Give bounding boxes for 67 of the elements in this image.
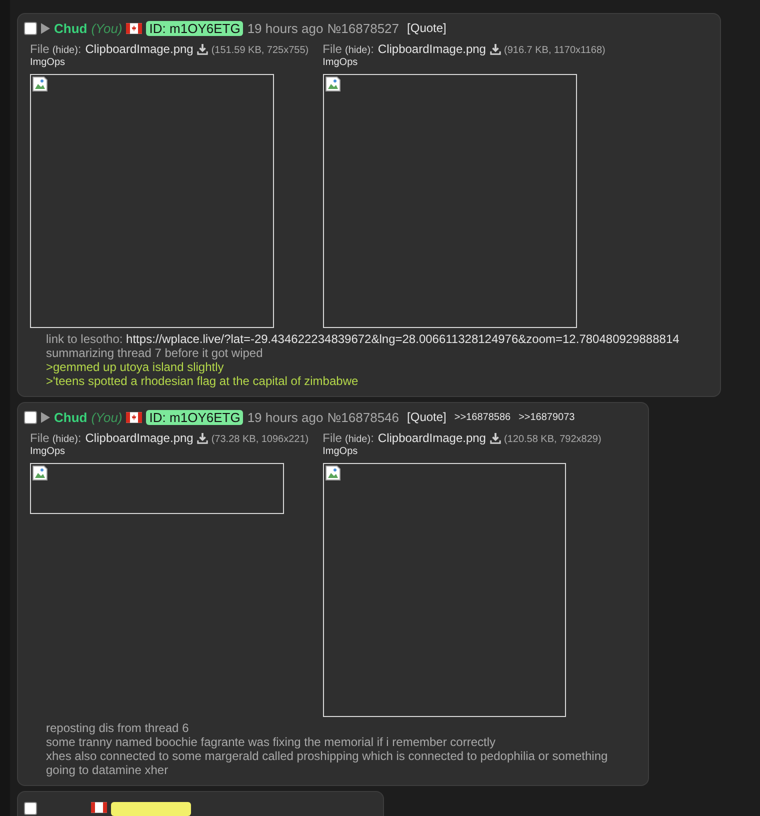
imgops-link[interactable]: ImgOps [322, 57, 358, 68]
you-label: (You) [91, 20, 122, 36]
file-size: (73.28 KB, 1096x221) [211, 434, 309, 445]
reply-link[interactable]: >>16878586 [454, 412, 511, 422]
file-name-link[interactable]: ClipboardImage.png [85, 431, 194, 445]
post-checkbox[interactable] [24, 410, 37, 424]
message-text: reposting dis from thread 6 [46, 721, 190, 735]
colon-text: : [370, 431, 374, 445]
file-size: (151.59 KB, 725x755) [211, 45, 309, 56]
file-size: (916.7 KB, 1170x1168) [504, 45, 606, 56]
reply-link[interactable]: >>16879073 [518, 412, 575, 422]
you-label: (You) [91, 410, 122, 424]
post-checkbox[interactable] [24, 22, 37, 34]
hide-link[interactable]: (hide) [344, 434, 371, 445]
greentext-line: >'teens spotted a rhodesian flag at the capital of zimbabwe [46, 374, 360, 388]
image-thumbnail[interactable] [30, 74, 274, 328]
download-icon[interactable] [197, 432, 208, 444]
greentext-line: >gemmed up utoya island slightly [46, 360, 225, 374]
poster-name: Chud [54, 20, 88, 36]
poster-id-badge: ID: m1OY6ETG [146, 410, 244, 424]
post-number-link[interactable]: №16878546 [327, 410, 400, 424]
image-thumbnail[interactable] [322, 463, 566, 717]
hide-link[interactable]: (hide) [344, 45, 371, 56]
quote-link[interactable]: [Quote] [407, 21, 446, 35]
flag-icon [126, 412, 142, 422]
message-link[interactable]: https://wplace.live/?lat=-29.434622234839672&lng=28.006611328124976&zoom=12.780480929888814 [126, 332, 680, 346]
image-thumbnail[interactable] [30, 463, 284, 514]
file-label: File [322, 431, 342, 445]
colon-text: : [78, 431, 82, 445]
poster-name: Chud [54, 410, 88, 424]
message-text: link to lesotho: [46, 332, 124, 346]
message-text: xhes also connected to some margerald called proshipping which is connected to pedophilia or something [46, 749, 609, 763]
broken-image-icon [324, 465, 341, 481]
file-label: File [30, 431, 50, 445]
file-label: File [30, 42, 50, 56]
download-icon[interactable] [490, 44, 501, 54]
file-label: File [322, 42, 342, 56]
file-name-link[interactable]: ClipboardImage.png [378, 431, 486, 445]
broken-image-icon [32, 76, 48, 92]
broken-image-icon [32, 465, 48, 481]
file-size: (120.58 KB, 792x829) [504, 434, 602, 445]
post-time: 19 hours ago [247, 20, 324, 36]
expand-triangle-icon[interactable] [41, 412, 50, 422]
file-name-link[interactable]: ClipboardImage.png [85, 42, 194, 56]
colon-text: : [78, 42, 82, 56]
image-thumbnail[interactable] [322, 74, 577, 328]
message-text: summarizing thread 7 before it got wiped [46, 346, 264, 360]
quote-link[interactable]: [Quote] [407, 410, 446, 424]
colon-text: : [370, 42, 374, 56]
hide-link[interactable]: (hide) [52, 434, 78, 445]
poster-id-badge: ID: m1OY6ETG [146, 20, 244, 36]
broken-image-icon [324, 76, 341, 92]
download-icon[interactable] [490, 432, 501, 444]
message-text: some tranny named boochie fagrante was fixing the memorial if i remember correctly [46, 735, 497, 749]
expand-triangle-icon[interactable] [41, 22, 50, 34]
post-checkbox[interactable] [24, 802, 37, 815]
hide-link[interactable]: (hide) [52, 45, 78, 56]
imgops-link[interactable]: ImgOps [322, 446, 358, 457]
flag-icon [126, 22, 142, 34]
download-icon[interactable] [197, 44, 208, 54]
flag-icon [91, 802, 107, 813]
imgops-link[interactable]: ImgOps [30, 446, 66, 457]
message-text: going to datamine xher [46, 763, 170, 777]
file-name-link[interactable]: ClipboardImage.png [378, 42, 486, 56]
imgops-link[interactable]: ImgOps [30, 57, 66, 68]
post-time: 19 hours ago [247, 410, 324, 424]
post-number-link[interactable]: №16878527 [327, 20, 400, 36]
